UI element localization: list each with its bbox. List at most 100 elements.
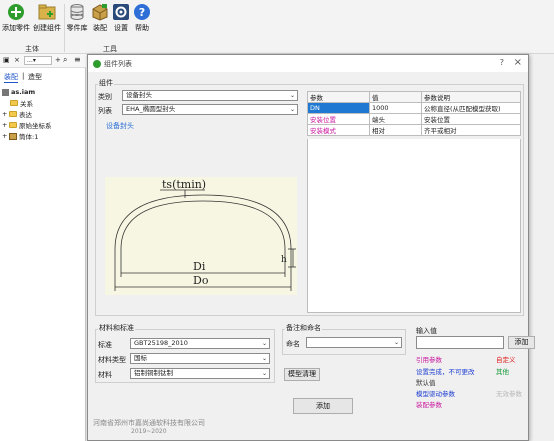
di-label: Di [193, 260, 206, 273]
param-value-cell[interactable]: 1000 [369, 102, 422, 114]
name-select[interactable]: ⌄ [306, 337, 402, 348]
chevron-down-icon: ⌄ [289, 92, 295, 99]
chevron-down-icon: ⌄ [261, 340, 267, 347]
folder-icon [9, 111, 17, 117]
search-icon[interactable]: ⌕ [63, 55, 67, 65]
ts-label: ts(tmin) [162, 178, 206, 191]
footer-years: 2019~2020 [131, 428, 167, 435]
add-component-button[interactable]: 添加 [293, 398, 353, 414]
legend-text: 其他 [496, 368, 509, 376]
params-table-empty-area [307, 139, 521, 313]
list-select[interactable]: EHA_椭圆型封头 ⌄ [122, 104, 298, 115]
add-value-button[interactable]: 添加 [508, 336, 535, 349]
gear-icon [112, 3, 130, 21]
app-icon [93, 59, 101, 68]
browser-toolbar: ▣ × …▾ + ⌕ ≡ [0, 54, 86, 68]
close-panel-icon[interactable]: × [14, 56, 20, 64]
ellipsoidal-head-diagram: ts(tmin) Di Do h [114, 178, 296, 291]
chevron-down-icon: ⌄ [261, 355, 267, 362]
folder-icon [10, 100, 18, 106]
legend-reference-param: 引用参数 [416, 354, 442, 364]
folder-add-icon [38, 3, 56, 21]
legend-assembly: 装配参数 [416, 399, 442, 409]
help-title-button[interactable]: ? [500, 58, 504, 67]
assembly-icon [2, 88, 9, 96]
panel-icon[interactable]: ▣ [3, 56, 10, 64]
close-button[interactable]: × [514, 57, 522, 68]
param-desc-cell: 齐平或相对 [421, 124, 521, 136]
table-row[interactable]: 安装位置 端头 安装位置 [307, 113, 521, 125]
h-label: h [281, 255, 287, 265]
legend-model-driven: 模型驱动参数 [416, 388, 455, 398]
name-label: 命名 [286, 340, 300, 348]
legend-text: 设置完成，不可更改 [416, 368, 475, 376]
svg-text:?: ? [139, 6, 145, 19]
expand-icon[interactable]: + [2, 132, 9, 140]
create-component-button[interactable]: 创建组件 [32, 3, 62, 33]
tree-item-representations[interactable]: + 表达 [2, 109, 32, 119]
help-button[interactable]: ? 帮助 [133, 3, 151, 33]
legend-text: 装配参数 [416, 401, 442, 409]
box-icon [91, 3, 109, 21]
legend-other: 其他 [496, 366, 509, 376]
group-label-tools: 工具 [103, 45, 117, 53]
tree-item-origin[interactable]: + 原始坐标系 [2, 120, 52, 130]
group-label-main: 主体 [25, 45, 39, 53]
param-desc-cell: 安装位置 [421, 113, 521, 125]
model-clean-button[interactable]: 模型清理 [284, 368, 320, 381]
legend-text: 默认值 [416, 379, 436, 387]
table-row[interactable]: 安装模式 相对 齐平或相对 [307, 124, 521, 136]
value-input[interactable] [416, 336, 504, 349]
input-group-title: 输入值 [416, 327, 437, 335]
add-part-button[interactable]: 添加零件 [2, 3, 30, 33]
add-circle-icon [7, 3, 25, 21]
model-browser-panel: ▣ × …▾ + ⌕ ≡ 装配 | 造型 as.iam 关系 + 表达 + 原始… [0, 54, 86, 441]
assembly-button[interactable]: 装配 [90, 3, 110, 33]
table-row[interactable]: DN 1000 公称直径(从匹配模型获取) [307, 102, 521, 114]
col-header-value: 值 [369, 91, 422, 103]
add-icon[interactable]: + [55, 56, 61, 64]
chevron-down-icon: ⌄ [261, 370, 267, 377]
menu-icon[interactable]: ≡ [74, 55, 81, 64]
legend-text: 无效参数 [496, 390, 522, 398]
param-name-cell[interactable]: DN [307, 102, 370, 114]
category-select[interactable]: 设备封头 ⌄ [122, 90, 298, 101]
param-name-cell[interactable]: 安装模式 [307, 124, 370, 136]
expand-icon[interactable]: + [2, 121, 9, 129]
material-group-title: 材料和标准 [98, 323, 135, 333]
component-group-title: 组件 [98, 78, 114, 88]
browser-tabs: 装配 | 造型 [0, 70, 86, 83]
legend-custom: 自定义 [496, 354, 516, 364]
ribbon-separator [64, 4, 65, 52]
standard-select[interactable]: GBT25198_2010 ⌄ [130, 338, 270, 349]
col-header-desc: 参数说明 [421, 91, 521, 103]
head-drawing: ts(tmin) Di Do h [105, 177, 297, 295]
params-header-row: 参数 值 参数说明 [307, 91, 521, 103]
material-type-label: 材料类型 [98, 356, 126, 364]
part-icon [9, 132, 17, 140]
ribbon: 添加零件 创建组件 零件库 装配 设置 ? 帮助 主体 工具 [0, 0, 554, 54]
param-name-cell[interactable]: 安装位置 [307, 113, 370, 125]
tree-item-relations[interactable]: 关系 [10, 98, 33, 108]
tab-divider: | [22, 72, 25, 80]
tab-assembly[interactable]: 装配 [4, 72, 18, 83]
expand-icon[interactable]: + [2, 110, 9, 118]
params-table: 参数 值 参数说明 DN 1000 公称直径(从匹配模型获取) 安装位置 端头 … [307, 91, 521, 136]
dialog-title: 组件列表 [104, 59, 132, 68]
tree-item-shell[interactable]: + 筒体:1 [2, 131, 38, 141]
legend-set-complete: 设置完成，不可更改 [416, 366, 475, 376]
tree-item-root[interactable]: as.iam [2, 88, 35, 96]
material-select[interactable]: 铝制铜制钛制 ⌄ [130, 368, 270, 379]
legend-text: 自定义 [496, 356, 516, 364]
list-label: 列表 [98, 107, 112, 115]
browser-filter-select[interactable]: …▾ [24, 56, 52, 65]
component-link[interactable]: 设备封头 [106, 121, 134, 131]
param-value-cell[interactable]: 端头 [369, 113, 422, 125]
param-value-cell[interactable]: 相对 [369, 124, 422, 136]
chevron-down-icon: ⌄ [289, 106, 295, 113]
settings-button[interactable]: 设置 [112, 3, 130, 33]
part-library-button[interactable]: 零件库 [66, 3, 88, 33]
dialog-titlebar: 组件列表 ? × [88, 55, 528, 72]
material-type-select[interactable]: 国标 ⌄ [130, 353, 270, 364]
tab-modeling[interactable]: 造型 [28, 72, 42, 82]
